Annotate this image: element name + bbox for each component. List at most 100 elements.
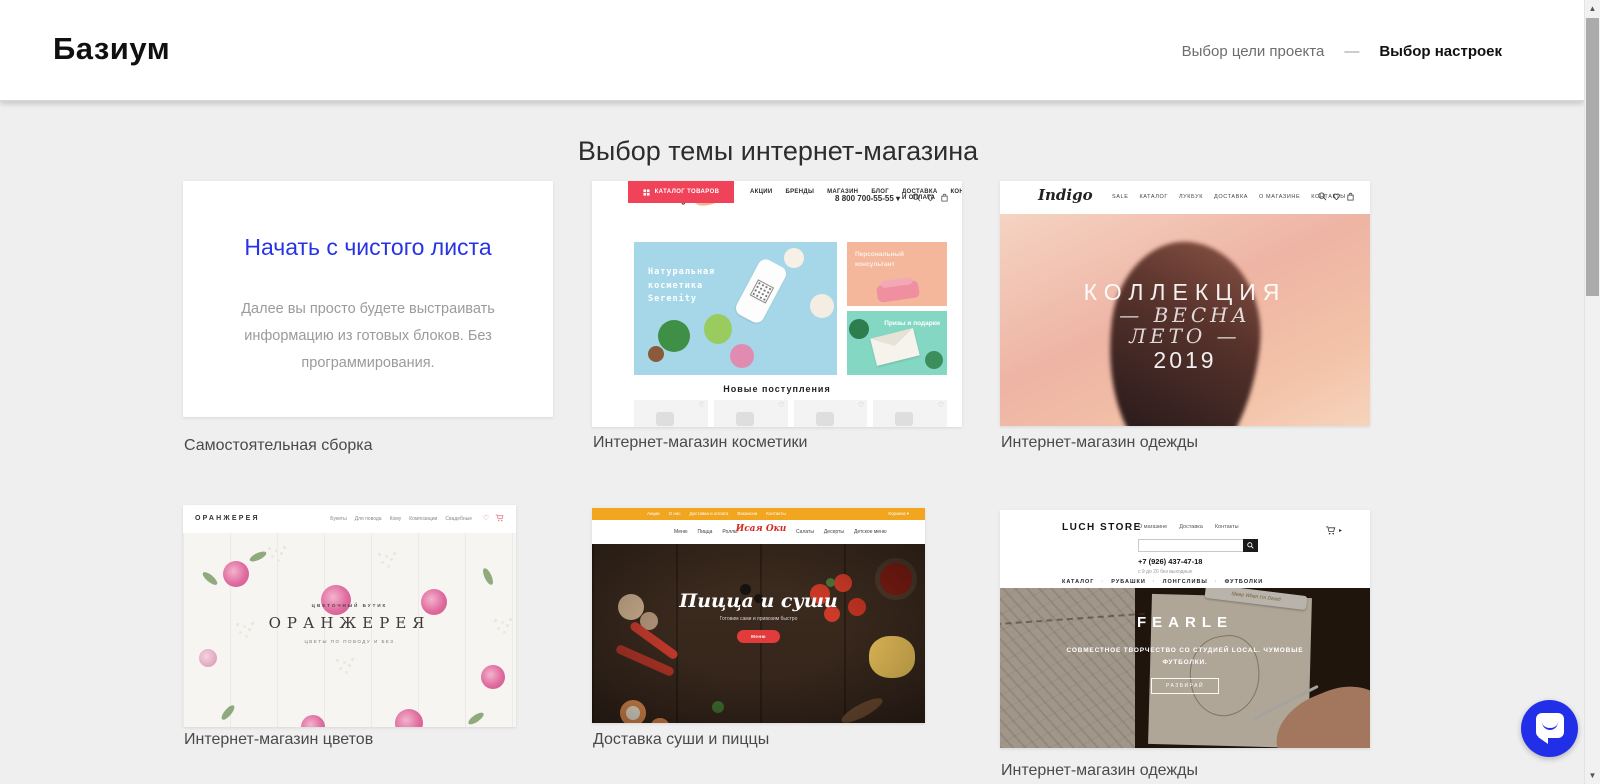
luch-cart: ▸ bbox=[1325, 526, 1342, 535]
step-separator: — bbox=[1344, 43, 1360, 60]
scrollbar-thumb[interactable] bbox=[1586, 18, 1599, 296]
menu-item: БРЕНДЫ bbox=[785, 189, 815, 195]
plant-graphic bbox=[658, 320, 690, 352]
luch-hero: Sleep When I'm Dead! FEARLE СОВМЕСТНОЕ Т… bbox=[1000, 588, 1370, 748]
luch-phone: +7 (926) 437-47-18 bbox=[1138, 557, 1203, 566]
heart-icon: ♡ bbox=[778, 402, 785, 409]
pizza-hero: Пицца и суши Готовим сами и привозим быс… bbox=[592, 544, 925, 723]
menu-item: БЛОГ bbox=[871, 189, 889, 195]
menu-item: КАТАЛОГ bbox=[1062, 579, 1095, 585]
menu-item: Свадебные bbox=[445, 516, 472, 522]
cart-icon bbox=[495, 514, 504, 522]
menu-item: ЛУКБУК bbox=[1178, 194, 1204, 200]
menu-item: МАГАЗИН bbox=[827, 189, 859, 195]
pizza-menu-button: Меню bbox=[737, 630, 780, 643]
luch-hero-text: FEARLE СОВМЕСТНОЕ ТВОРЧЕСТВО СО СТУДИЕЙ … bbox=[1000, 614, 1370, 695]
search-icon bbox=[1247, 542, 1254, 549]
serenity-product-row: ♡ ♡ ♡ ♡ bbox=[634, 400, 947, 427]
app-header: Базиум Выбор цели проекта — Выбор настро… bbox=[0, 0, 1584, 101]
cart-icon bbox=[1325, 526, 1336, 535]
envelope-graphic bbox=[870, 328, 920, 366]
heart-icon: ♡ bbox=[698, 402, 705, 409]
step-settings: Выбор настроек bbox=[1379, 43, 1502, 60]
orangery-tagline-bottom: ЦВЕТЫ ПО ПОВОДУ И БЕЗ bbox=[304, 639, 395, 644]
leaf-graphic bbox=[466, 710, 486, 727]
orangery-tagline-top: ЦВЕТОЧНЫЙ БУТИК bbox=[311, 603, 388, 608]
pizza-nav-right: Салаты Десерты Детское меню bbox=[796, 529, 887, 535]
menu-item: Салаты bbox=[796, 529, 814, 535]
menu-item: Букеты bbox=[330, 516, 347, 522]
serenity-catalog-label: КАТАЛОГ ТОВАРОВ bbox=[654, 189, 720, 195]
theme-label-clothes-2: Интернет-магазин одежды bbox=[1001, 762, 1198, 779]
theme-label-cosmetics: Интернет-магазин косметики bbox=[593, 434, 808, 451]
menu-item: КОНТАКТЫ bbox=[950, 189, 962, 195]
serenity-promo-consultant: Персональный консультант bbox=[847, 242, 947, 306]
menu-item: Кому bbox=[389, 516, 402, 522]
leaf-graphic bbox=[219, 703, 237, 722]
page-title: Выбор темы интернет-магазина bbox=[577, 136, 979, 166]
scroll-up-arrow[interactable]: ▲ bbox=[1585, 0, 1600, 17]
babys-breath-graphic bbox=[385, 555, 388, 558]
luch-cta-button: РАЗБИРАЙ bbox=[1150, 678, 1220, 695]
menu-item: Вакансии bbox=[737, 511, 758, 516]
bag-icon bbox=[1347, 192, 1354, 201]
product-tile: ♡ bbox=[793, 400, 868, 427]
theme-card-clothes-luch[interactable]: LUCH STORE О магазине Доставка Контакты … bbox=[1000, 510, 1370, 748]
flower-graphic bbox=[223, 561, 249, 587]
plant-graphic bbox=[925, 351, 943, 369]
flower-graphic bbox=[395, 709, 423, 727]
orangery-hero-text: ЦВЕТОЧНЫЙ БУТИК ОРАНЖЕРЕЯ ЦВЕТЫ ПО ПОВОД… bbox=[183, 603, 516, 644]
flower-graphic bbox=[810, 294, 834, 318]
menu-item: Доставка и оплата bbox=[689, 511, 729, 516]
smile-graphic bbox=[1542, 722, 1558, 730]
menu-item: Композиции bbox=[409, 516, 438, 522]
heart-icon bbox=[1333, 193, 1340, 201]
product-tile: ♡ bbox=[873, 400, 947, 427]
theme-card-blank[interactable]: Начать с чистого листа Далее вы просто б… bbox=[183, 181, 553, 417]
orangery-hero: ЦВЕТОЧНЫЙ БУТИК ОРАНЖЕРЕЯ ЦВЕТЫ ПО ПОВОД… bbox=[183, 533, 516, 727]
page-scrollbar[interactable]: ▲ ▼ bbox=[1584, 0, 1600, 784]
leaf-graphic bbox=[200, 570, 220, 587]
product-tile: ♡ bbox=[713, 400, 788, 427]
bazium-logo[interactable]: Базиум bbox=[53, 31, 170, 67]
heart-icon: ♡ bbox=[937, 402, 944, 409]
menu-item: Доставка bbox=[1179, 524, 1203, 530]
step-project-goal[interactable]: Выбор цели проекта bbox=[1182, 43, 1325, 60]
luch-search-button bbox=[1243, 539, 1258, 552]
pizza-hero-subtitle: Готовим сами и привозим быстро bbox=[719, 616, 798, 622]
luch-nav: КАТАЛОГ РУБАШКИ ЛОНГСЛИВЫ ФУТБОЛКИ bbox=[1062, 579, 1263, 585]
indigo-hero: КОЛЛЕКЦИЯ — ВЕСНА ЛЕТО — 2019 bbox=[1000, 214, 1370, 426]
plant-graphic bbox=[704, 314, 732, 344]
babys-breath-graphic bbox=[343, 661, 346, 664]
indigo-menu: SALE КАТАЛОГ ЛУКБУК ДОСТАВКА О МАГАЗИНЕ … bbox=[1112, 194, 1346, 200]
theme-card-pizza-sushi[interactable]: Акции О нас Доставка и оплата Вакансии К… bbox=[592, 508, 925, 723]
orangery-header-icons: ♡ bbox=[483, 514, 504, 522]
orangery-menu: Букеты Для повода Кому Композиции Свадеб… bbox=[330, 516, 472, 522]
theme-card-clothes-indigo[interactable]: Indigo SALE КАТАЛОГ ЛУКБУК ДОСТАВКА О МА… bbox=[1000, 181, 1370, 426]
indigo-logo: Indigo bbox=[1038, 186, 1093, 204]
theme-label-clothes-1: Интернет-магазин одежды bbox=[1001, 434, 1198, 451]
luch-search-box bbox=[1138, 539, 1258, 552]
serenity-banner-title: Натуральная косметика Serenity bbox=[648, 267, 716, 305]
theme-label-flowers: Интернет-магазин цветов bbox=[184, 731, 374, 748]
caret-icon: ▸ bbox=[1338, 528, 1342, 534]
heart-icon: ♡ bbox=[482, 515, 489, 522]
flower-graphic bbox=[301, 715, 325, 727]
leaf-graphic bbox=[481, 566, 495, 587]
promo-consultant-label: Персональный консультант bbox=[855, 251, 904, 268]
pizza-navbar: Меню Пицца Роллы Исая Оки Салаты Десерты… bbox=[592, 520, 925, 544]
pizza-hero-text: Пицца и суши Готовим сами и привозим быс… bbox=[592, 590, 925, 643]
flower-graphic bbox=[730, 344, 754, 368]
menu-item: О МАГАЗИНЕ bbox=[1259, 194, 1301, 200]
scroll-down-arrow[interactable]: ▼ bbox=[1585, 767, 1600, 784]
menu-item: Акции bbox=[647, 511, 660, 516]
theme-card-cosmetics[interactable]: Serenity 8 800 700-55-55 ▾ КАТАЛОГ ТОВАР… bbox=[592, 181, 962, 427]
wizard-steps: Выбор цели проекта — Выбор настроек bbox=[1182, 43, 1502, 60]
chat-widget-button[interactable] bbox=[1521, 700, 1578, 757]
luch-links: О магазине Доставка Контакты bbox=[1138, 524, 1239, 530]
theme-card-flowers[interactable]: ОРАНЖЕРЕЯ Букеты Для повода Кому Компози… bbox=[183, 505, 516, 727]
theme-label-pizza-sushi: Доставка суши и пиццы bbox=[593, 731, 770, 748]
menu-item: АКЦИИ bbox=[750, 189, 773, 195]
menu-item: РУБАШКИ bbox=[1101, 579, 1145, 585]
pot-graphic bbox=[648, 346, 664, 362]
